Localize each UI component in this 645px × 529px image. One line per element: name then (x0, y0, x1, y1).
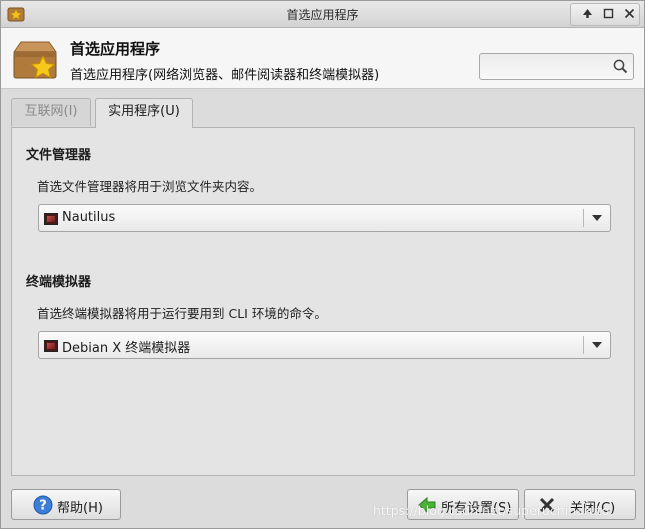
dialog-header: 首选应用程序 首选应用程序(网络浏览器、邮件阅读器和终端模拟器) (1, 28, 644, 89)
combo-separator (583, 336, 584, 354)
close-icon (539, 497, 555, 513)
tab-utilities[interactable]: 实用程序(U) (95, 98, 193, 128)
chevron-down-icon (592, 215, 602, 221)
help-icon: ? (33, 495, 53, 515)
terminal-description: 首选终端模拟器将用于运行要用到 CLI 环境的命令。 (37, 306, 327, 321)
maximize-up-button[interactable] (578, 5, 597, 22)
preferred-apps-icon (13, 41, 57, 79)
close-icon (624, 8, 635, 19)
title-bar[interactable]: 首选应用程序 (1, 1, 644, 28)
chevron-down-icon (592, 342, 602, 348)
help-button[interactable]: ? 帮助(H) (11, 489, 121, 520)
maximize-button[interactable] (599, 5, 618, 22)
file-manager-description: 首选文件管理器将用于浏览文件夹内容。 (37, 179, 263, 194)
terminal-combo[interactable]: Debian X 终端模拟器 (38, 331, 611, 359)
application-icon (44, 213, 58, 225)
header-subtitle: 首选应用程序(网络浏览器、邮件阅读器和终端模拟器) (70, 68, 380, 83)
close-window-button[interactable] (620, 5, 639, 22)
file-manager-title: 文件管理器 (26, 148, 92, 163)
header-title: 首选应用程序 (70, 40, 161, 58)
svg-text:?: ? (39, 499, 47, 514)
preferred-applications-window: 首选应用程序 首选应用程序 首选应用程序(网络浏览器、邮件阅读器和终端模拟器) (0, 0, 645, 529)
window-title: 首选应用程序 (286, 8, 359, 22)
all-settings-button[interactable]: 所有设置(S) (407, 489, 519, 520)
combo-separator (583, 209, 584, 227)
search-box[interactable] (479, 53, 634, 80)
file-manager-selected: Nautilus (62, 210, 116, 225)
terminal-title: 终端模拟器 (26, 275, 92, 290)
arrow-left-icon (418, 496, 436, 514)
square-icon (603, 8, 614, 19)
close-button[interactable]: 关闭(C) (524, 489, 636, 520)
search-icon[interactable] (612, 58, 629, 75)
tab-internet[interactable]: 互联网(I) (11, 98, 91, 126)
terminal-selected: Debian X 终端模拟器 (62, 341, 191, 356)
application-icon (44, 340, 58, 352)
utilities-panel: 文件管理器 首选文件管理器将用于浏览文件夹内容。 Nautilus 终端模拟器 … (11, 127, 635, 476)
arrow-up-icon (583, 9, 592, 18)
search-input[interactable] (484, 57, 610, 78)
all-settings-label: 所有设置(S) (441, 501, 512, 516)
help-label: 帮助(H) (57, 501, 103, 516)
file-manager-combo[interactable]: Nautilus (38, 204, 611, 232)
close-label: 关闭(C) (570, 501, 616, 516)
